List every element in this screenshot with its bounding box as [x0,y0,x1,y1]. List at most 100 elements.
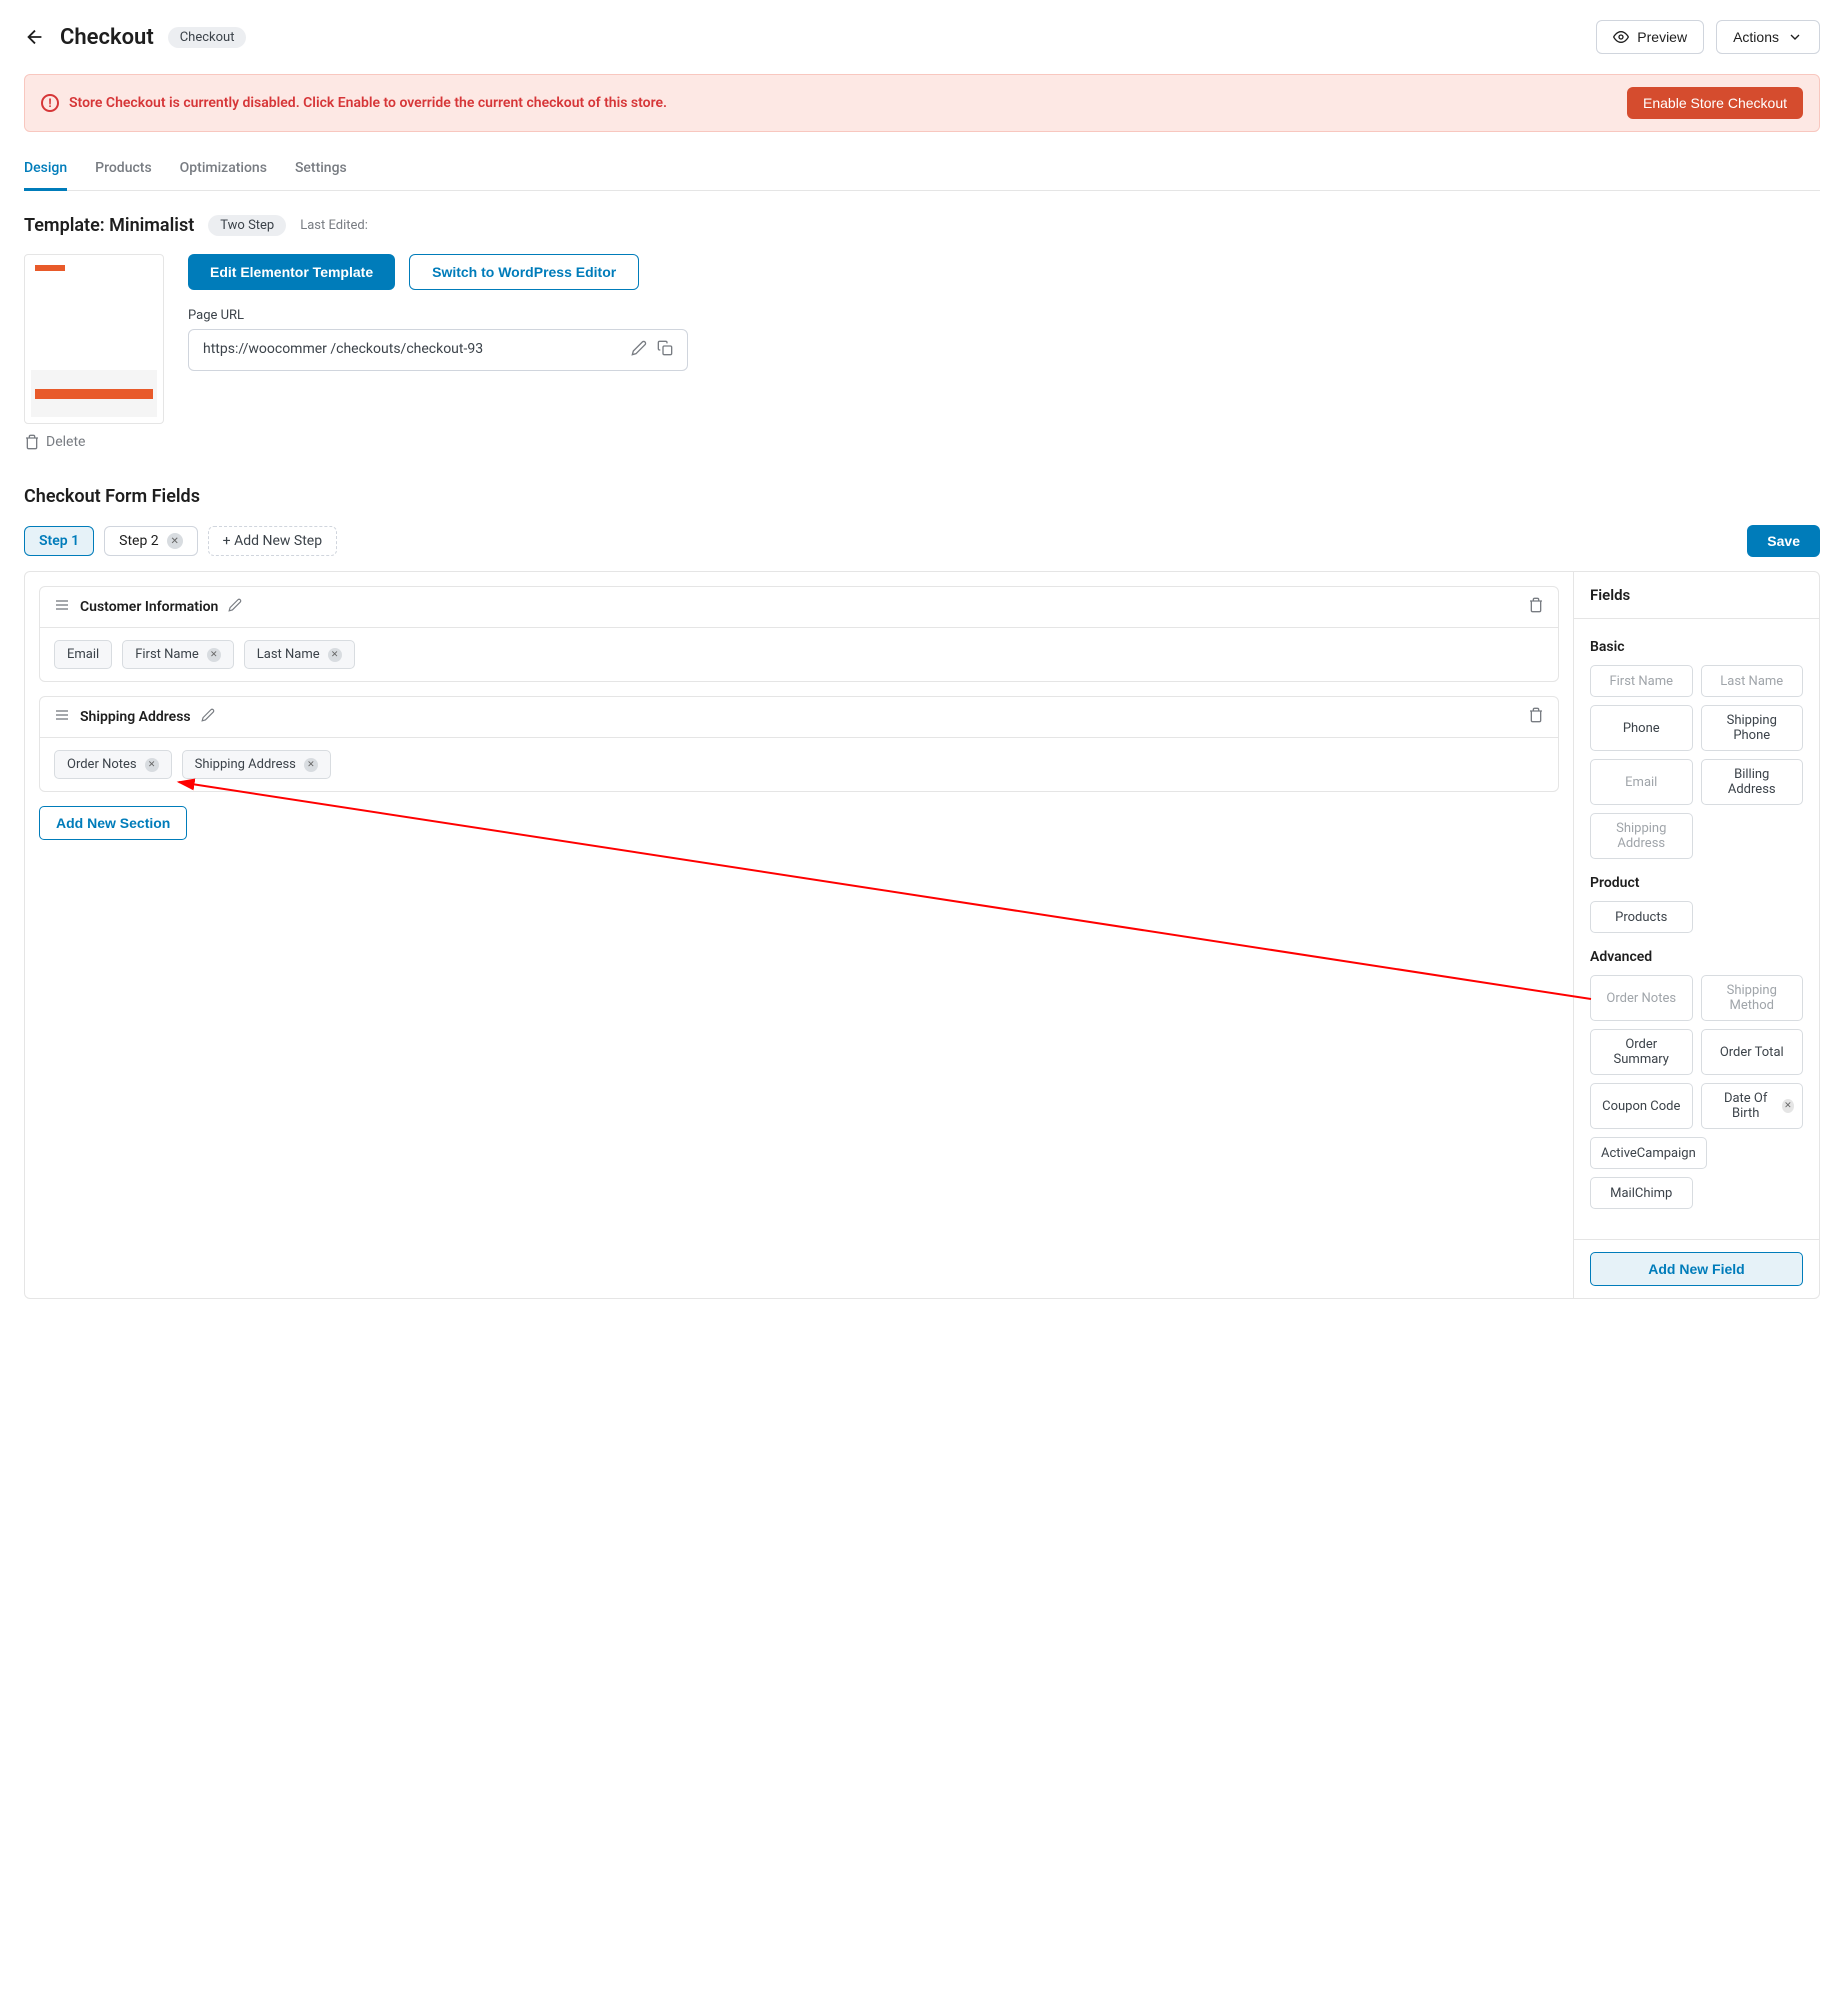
template-thumbnail-column: Delete [24,254,164,450]
tab-settings[interactable]: Settings [295,160,347,191]
remove-step-2-icon[interactable]: ✕ [167,533,183,549]
last-edited-label: Last Edited: [300,218,368,233]
sidebar-field-mailchimp[interactable]: MailChimp [1590,1177,1693,1209]
section-body: Order Notes ✕ Shipping Address ✕ [40,738,1558,791]
title-chip: Checkout [168,27,247,48]
preview-button[interactable]: Preview [1596,20,1704,54]
group-product-title: Product [1590,875,1803,891]
sidebar-field-coupon-code[interactable]: Coupon Code [1590,1083,1693,1129]
drag-handle-icon[interactable] [54,597,70,617]
template-title: Template: Minimalist [24,215,194,236]
step-2-label: Step 2 [119,533,159,549]
delete-label: Delete [46,434,85,450]
add-step-chip[interactable]: + Add New Step [208,526,337,556]
step-2-chip[interactable]: Step 2 ✕ [104,526,198,556]
group-advanced-title: Advanced [1590,949,1803,965]
actions-button[interactable]: Actions [1716,20,1820,54]
template-step-chip: Two Step [208,215,286,236]
actions-label: Actions [1733,29,1779,45]
sidebar-field-shipping-method[interactable]: Shipping Method [1701,975,1804,1021]
remove-field-icon[interactable]: ✕ [145,758,159,772]
save-button[interactable]: Save [1747,525,1820,557]
trash-icon [24,434,40,450]
delete-template-button[interactable]: Delete [24,434,164,450]
field-shipping-address[interactable]: Shipping Address ✕ [182,750,331,779]
header-left: Checkout Checkout [24,25,246,50]
chevron-down-icon [1787,29,1803,45]
fields-left: Customer Information Email First Name ✕ [25,572,1573,1298]
store-checkout-alert: ! Store Checkout is currently disabled. … [24,74,1820,132]
sidebar-field-shipping-address[interactable]: Shipping Address [1590,813,1693,859]
sidebar-field-billing-address[interactable]: Billing Address [1701,759,1804,805]
page-url-label: Page URL [188,308,1820,323]
delete-section-icon[interactable] [1528,707,1544,727]
enable-store-checkout-button[interactable]: Enable Store Checkout [1627,87,1803,119]
page-header: Checkout Checkout Preview Actions [24,20,1820,54]
tab-products[interactable]: Products [95,160,152,191]
edit-section-icon[interactable] [201,708,215,726]
preview-label: Preview [1637,29,1687,45]
sidebar-field-phone[interactable]: Phone [1590,705,1693,751]
back-arrow-icon[interactable] [24,26,46,48]
tab-optimizations[interactable]: Optimizations [180,160,267,191]
remove-field-icon[interactable]: ✕ [207,648,221,662]
section-customer-information: Customer Information Email First Name ✕ [39,586,1559,682]
template-body: Delete Edit Elementor Template Switch to… [24,254,1820,450]
page-url-box: https://woocommer /checkouts/checkout-93 [188,329,688,371]
template-header: Template: Minimalist Two Step Last Edite… [24,215,1820,236]
steps-row: Step 1 Step 2 ✕ + Add New Step Save [24,525,1820,557]
header-right: Preview Actions [1596,20,1820,54]
field-last-name[interactable]: Last Name ✕ [244,640,355,669]
alert-content: ! Store Checkout is currently disabled. … [41,94,667,112]
template-thumbnail[interactable] [24,254,164,424]
sidebar-field-order-notes[interactable]: Order Notes [1590,975,1693,1021]
edit-elementor-button[interactable]: Edit Elementor Template [188,254,395,290]
fields-sidebar-title: Fields [1574,572,1819,619]
sidebar-field-first-name[interactable]: First Name [1590,665,1693,697]
step-1-chip[interactable]: Step 1 [24,526,94,556]
copy-url-icon[interactable] [657,340,673,360]
sidebar-field-order-total[interactable]: Order Total [1701,1029,1804,1075]
add-field-wrap: Add New Field [1574,1239,1819,1298]
field-first-name[interactable]: First Name ✕ [122,640,234,669]
section-shipping-address: Shipping Address Order Notes ✕ Shipping … [39,696,1559,792]
remove-field-icon[interactable]: ✕ [304,758,318,772]
field-order-notes[interactable]: Order Notes ✕ [54,750,172,779]
fields-container: Customer Information Email First Name ✕ [24,571,1820,1299]
drag-handle-icon[interactable] [54,707,70,727]
tab-design[interactable]: Design [24,160,67,191]
page-url-value: https://woocommer /checkouts/checkout-93 [203,340,621,360]
sidebar-field-order-summary[interactable]: Order Summary [1590,1029,1693,1075]
main-tabs: Design Products Optimizations Settings [24,160,1820,191]
fields-sidebar: Fields Basic First Name Last Name Phone … [1573,572,1819,1298]
delete-section-icon[interactable] [1528,597,1544,617]
sidebar-field-last-name[interactable]: Last Name [1701,665,1804,697]
alert-icon: ! [41,94,59,112]
template-actions: Edit Elementor Template Switch to WordPr… [188,254,1820,371]
sidebar-field-activecampaign[interactable]: ActiveCampaign [1590,1137,1707,1169]
group-basic-chips: First Name Last Name Phone Shipping Phon… [1590,665,1803,859]
group-basic-title: Basic [1590,639,1803,655]
section-name: Customer Information [80,599,218,615]
group-advanced-chips: Order Notes Shipping Method Order Summar… [1590,975,1803,1209]
sidebar-field-date-of-birth[interactable]: Date Of Birth ✕ [1701,1083,1804,1129]
sidebar-field-products[interactable]: Products [1590,901,1693,933]
remove-field-icon[interactable]: ✕ [1782,1099,1794,1113]
section-header: Customer Information [40,587,1558,628]
group-product-chips: Products [1590,901,1803,933]
template-action-row: Edit Elementor Template Switch to WordPr… [188,254,1820,290]
remove-field-icon[interactable]: ✕ [328,648,342,662]
eye-icon [1613,29,1629,45]
edit-url-icon[interactable] [631,340,647,360]
field-email[interactable]: Email [54,640,112,669]
steps-left: Step 1 Step 2 ✕ + Add New Step [24,526,337,556]
add-new-section-button[interactable]: Add New Section [39,806,187,840]
sidebar-field-email[interactable]: Email [1590,759,1693,805]
add-new-field-button[interactable]: Add New Field [1590,1252,1803,1286]
switch-wp-editor-button[interactable]: Switch to WordPress Editor [409,254,639,290]
edit-section-icon[interactable] [228,598,242,616]
sidebar-field-shipping-phone[interactable]: Shipping Phone [1701,705,1804,751]
form-fields-title: Checkout Form Fields [24,486,1820,507]
alert-message: Store Checkout is currently disabled. Cl… [69,95,667,111]
section-name: Shipping Address [80,709,191,725]
